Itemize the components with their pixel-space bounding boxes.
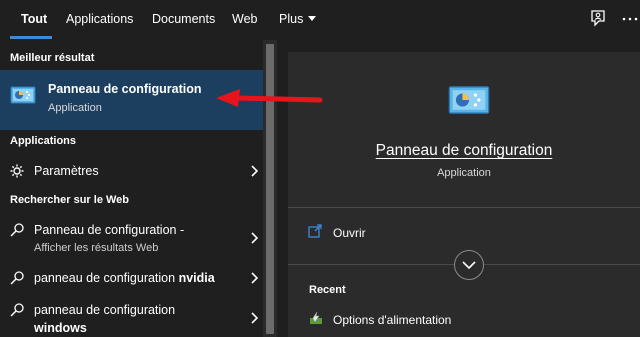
preview-pane: Panneau de configuration Application Ouv… xyxy=(288,52,640,337)
tab-web[interactable]: Web xyxy=(232,12,257,26)
recent-header: Recent xyxy=(309,284,346,296)
tab-plus[interactable]: Plus xyxy=(279,12,317,26)
results-scrollbar[interactable] xyxy=(263,40,277,337)
web-result-label: panneau de configuration nvidia xyxy=(34,271,215,285)
web-result-label: Panneau de configuration - xyxy=(34,223,185,237)
tab-tout[interactable]: Tout xyxy=(21,12,47,26)
web-result-sub: Afficher les résultats Web xyxy=(34,242,159,254)
expand-button[interactable] xyxy=(454,250,484,280)
chevron-right-icon[interactable] xyxy=(249,272,259,284)
open-icon xyxy=(308,224,322,238)
feedback-icon[interactable] xyxy=(588,8,608,30)
web-search-header: Rechercher sur le Web xyxy=(10,194,130,206)
search-icon xyxy=(10,303,24,317)
list-item-label: Paramètres xyxy=(34,164,99,178)
chevron-down-icon xyxy=(462,261,476,270)
control-panel-icon xyxy=(10,86,36,104)
preview-subtitle: Application xyxy=(437,167,491,179)
search-icon xyxy=(10,223,24,237)
search-filter-tabs: Tout Applications Documents Web Plus xyxy=(0,0,640,40)
search-results-list: Meilleur résultat Panneau de configurati… xyxy=(0,40,263,337)
more-options-icon[interactable] xyxy=(620,8,640,30)
tab-applications[interactable]: Applications xyxy=(66,12,133,26)
chevron-right-icon[interactable] xyxy=(249,165,259,177)
active-tab-indicator xyxy=(10,36,52,39)
chevron-right-icon[interactable] xyxy=(249,312,259,324)
chevron-right-icon[interactable] xyxy=(249,232,259,244)
chevron-down-icon xyxy=(308,16,317,21)
tab-documents[interactable]: Documents xyxy=(152,12,215,26)
search-icon xyxy=(10,271,24,285)
preview-title[interactable]: Panneau de configuration xyxy=(288,142,640,160)
settings-gear-icon xyxy=(10,164,24,178)
open-label: Ouvrir xyxy=(333,226,366,240)
web-result-label-bold: windows xyxy=(34,321,87,335)
best-match-title: Panneau de configuration xyxy=(48,82,202,96)
tab-plus-label: Plus xyxy=(279,12,304,26)
best-match-header: Meilleur résultat xyxy=(10,52,95,64)
divider xyxy=(288,207,640,208)
web-result-label-bold: nvidia xyxy=(178,271,215,285)
annotation-arrow xyxy=(216,89,323,107)
control-panel-icon xyxy=(448,86,490,114)
best-match-subtitle: Application xyxy=(48,102,102,114)
applications-header: Applications xyxy=(10,135,77,147)
web-result-label-prefix: panneau de configuration xyxy=(34,271,179,285)
recent-item-label: Options d'alimentation xyxy=(333,313,452,327)
web-result-label-prefix: panneau de configuration xyxy=(34,303,176,317)
power-options-icon xyxy=(310,311,322,324)
